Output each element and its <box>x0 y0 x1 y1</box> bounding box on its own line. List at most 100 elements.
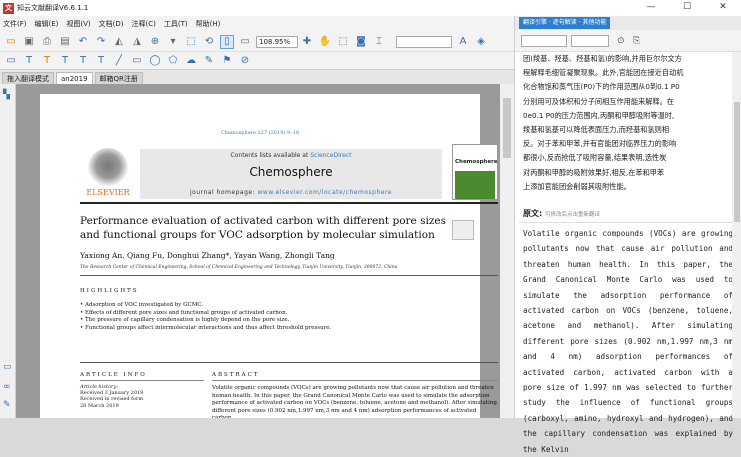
tab-an2019[interactable]: an2019 <box>56 72 93 84</box>
font-select[interactable] <box>396 35 452 48</box>
article-info-heading: ARTICLE INFO <box>80 372 147 378</box>
text-color-icon[interactable]: A <box>456 35 470 49</box>
text-select-icon[interactable]: ⌶ <box>372 35 386 49</box>
divider <box>519 222 737 223</box>
minimize-icon[interactable]: — <box>633 0 669 16</box>
citation: Chemosphere 227 (2019) 9–18 <box>220 130 300 136</box>
menu-comment[interactable]: 注释(C) <box>132 19 156 29</box>
save-icon[interactable]: ▣ <box>22 35 36 49</box>
menu-view[interactable]: 视图(V) <box>66 19 90 29</box>
panel-scroll-thumb[interactable] <box>734 102 740 222</box>
abstract-heading: ABSTRACT <box>212 372 260 378</box>
redo-icon[interactable]: ↷ <box>94 35 108 49</box>
copy-icon[interactable]: ⎘ <box>633 36 640 46</box>
strikeout-icon[interactable]: T <box>76 54 90 68</box>
bookmark-icon[interactable]: ▚ <box>3 90 13 100</box>
highlight-item: • Adsorption of VOC investigated by GCMC… <box>80 302 204 308</box>
rectangle-tool-icon[interactable]: ▭ <box>130 54 144 68</box>
rotate-right-icon[interactable]: ◮ <box>130 35 144 49</box>
cover-title: Chemosphere <box>455 159 498 165</box>
pin-icon[interactable]: ⊙ <box>617 36 625 46</box>
zoom-dropdown-icon[interactable]: ▾ <box>166 35 180 49</box>
note-icon[interactable]: ▭ <box>4 54 18 68</box>
zoom-level-input[interactable]: 108.95% <box>256 35 298 48</box>
undo-icon[interactable]: ↶ <box>76 35 90 49</box>
single-page-icon[interactable]: ▯ <box>220 34 234 49</box>
pdf-page: Chemosphere 227 (2019) 9–18 ELSEVIER Con… <box>40 94 498 418</box>
highlight-item: • Functional groups affect intermolecula… <box>80 324 332 331</box>
maximize-icon[interactable]: ☐ <box>669 0 705 16</box>
print-preview-icon[interactable]: ▤ <box>58 35 72 49</box>
panel-toolbar: ⊙ ⎘ <box>515 30 741 52</box>
fill-color-icon[interactable]: ◈ <box>474 35 488 49</box>
comment-icon[interactable]: ▭ <box>3 362 13 372</box>
divider <box>212 380 498 381</box>
panel-tabs[interactable]: 翻译引擎 · 逐句解读 · 其他功能 <box>519 17 611 29</box>
rotate-left-icon[interactable]: ◭ <box>112 35 126 49</box>
ellipse-tool-icon[interactable]: ◯ <box>148 54 162 68</box>
highlights-list: • Adsorption of VOC investigated by GCMC… <box>80 302 331 332</box>
panel-size-select[interactable] <box>571 35 609 47</box>
text-box-icon[interactable]: T <box>22 54 36 68</box>
stamp-tool-icon[interactable]: ⚑ <box>220 54 234 68</box>
typewriter-icon[interactable]: T <box>94 54 108 68</box>
sciencedirect-link[interactable]: ScienceDirect <box>310 152 351 159</box>
article-history: Article history: Received 3 January 2019… <box>80 384 144 409</box>
highlight-item: • The pressure of capillary condensation… <box>80 317 290 323</box>
cloud-tool-icon[interactable]: ☁ <box>184 54 198 68</box>
menu-bar: 文件(F) 编辑(E) 视图(V) 文档(D) 注释(C) 工具(T) 帮助(H… <box>0 16 514 32</box>
menu-help[interactable]: 帮助(H) <box>196 19 221 29</box>
polygon-tool-icon[interactable]: ⬠ <box>166 54 180 68</box>
divider <box>80 380 204 381</box>
zoom-in-icon[interactable]: ⊕ <box>148 35 162 49</box>
publisher-logo: ELSEVIER <box>80 146 136 202</box>
journal-banner: Contents lists available at ScienceDirec… <box>140 149 442 199</box>
line-tool-icon[interactable]: ╱ <box>112 54 126 68</box>
divider <box>80 362 498 363</box>
homepage-link[interactable]: www.elsevier.com/locate/chemosphere <box>258 189 392 196</box>
link-icon[interactable]: ∞ <box>3 382 13 392</box>
select-tool-icon[interactable]: ⬚ <box>336 35 350 49</box>
journal-name: Chemosphere <box>249 165 333 179</box>
pencil-tool-icon[interactable]: ✎ <box>202 54 216 68</box>
tab-register[interactable]: 邮箱QR注册 <box>94 72 143 84</box>
tab-drag-translate[interactable]: 拖入翻译模式 <box>2 72 54 84</box>
title-bar: 文 知云文献翻译V6.6.1.1 — ☐ ✕ <box>0 0 741 16</box>
translation-panel: 翻译引擎 · 逐句解读 · 其他功能 ⊙ ⎘ 团(羧基、羟基、羟基和氢)的影响,… <box>514 16 741 454</box>
rotate-view-icon[interactable]: ⟲ <box>202 35 216 49</box>
menu-edit[interactable]: 编辑(E) <box>35 19 59 29</box>
cover-image <box>455 171 495 199</box>
fit-width-icon[interactable]: ▭ <box>238 35 252 49</box>
document-view[interactable]: Chemosphere 227 (2019) 9–18 ELSEVIER Con… <box>16 84 500 418</box>
main-toolbar: ▭ ▣ ⎙ ▤ ↶ ↷ ◭ ◮ ⊕ ▾ ⬚ ⟲ ▯ ▭ 108.95% ✚ ✋ … <box>0 32 514 52</box>
abstract-text: Volatile organic compounds (VOCs) are gr… <box>212 385 497 418</box>
snapshot-icon[interactable]: ◙ <box>354 35 368 49</box>
highlight-icon[interactable]: T <box>40 54 54 68</box>
source-text-editor[interactable]: Volatile organic compounds (VOCs) are gr… <box>523 226 733 457</box>
panel-font-select[interactable] <box>521 35 567 47</box>
contents-line: Contents lists available at ScienceDirec… <box>230 152 352 159</box>
underline-icon[interactable]: T <box>58 54 72 68</box>
signature-icon[interactable]: ✎ <box>3 400 13 410</box>
translation-text: 团(羧基、羟基、羟基和氢)的影响,并用巨尔尔文方 程解释毛细管凝聚现象。此外,官… <box>523 54 684 191</box>
menu-document[interactable]: 文档(D) <box>99 19 124 29</box>
header-rule <box>80 202 498 204</box>
source-label: 原文: 可修改后点击重新翻译 <box>523 209 601 218</box>
print-icon[interactable]: ⎙ <box>40 35 54 49</box>
open-folder-icon[interactable]: ▭ <box>4 35 18 49</box>
menu-tools[interactable]: 工具(T) <box>164 19 188 29</box>
close-icon[interactable]: ✕ <box>705 0 741 16</box>
journal-homepage: journal homepage: www.elsevier.com/locat… <box>190 189 392 196</box>
highlights-heading: HIGHLIGHTS <box>80 288 139 294</box>
fit-page-icon[interactable]: ⬚ <box>184 35 198 49</box>
document-scrollbar[interactable] <box>500 84 514 418</box>
hand-tool-icon[interactable]: ✋ <box>318 35 332 49</box>
menu-file[interactable]: 文件(F) <box>3 19 27 29</box>
zoom-plus-icon[interactable]: ✚ <box>300 35 314 49</box>
attach-tool-icon[interactable]: ⊘ <box>238 54 252 68</box>
crossmark-icon[interactable] <box>452 220 474 240</box>
scroll-thumb[interactable] <box>503 98 511 158</box>
journal-cover: Chemosphere <box>452 144 498 200</box>
panel-scrollbar[interactable] <box>732 52 741 418</box>
document-tabs: 拖入翻译模式 an2019 邮箱QR注册 <box>0 70 514 84</box>
